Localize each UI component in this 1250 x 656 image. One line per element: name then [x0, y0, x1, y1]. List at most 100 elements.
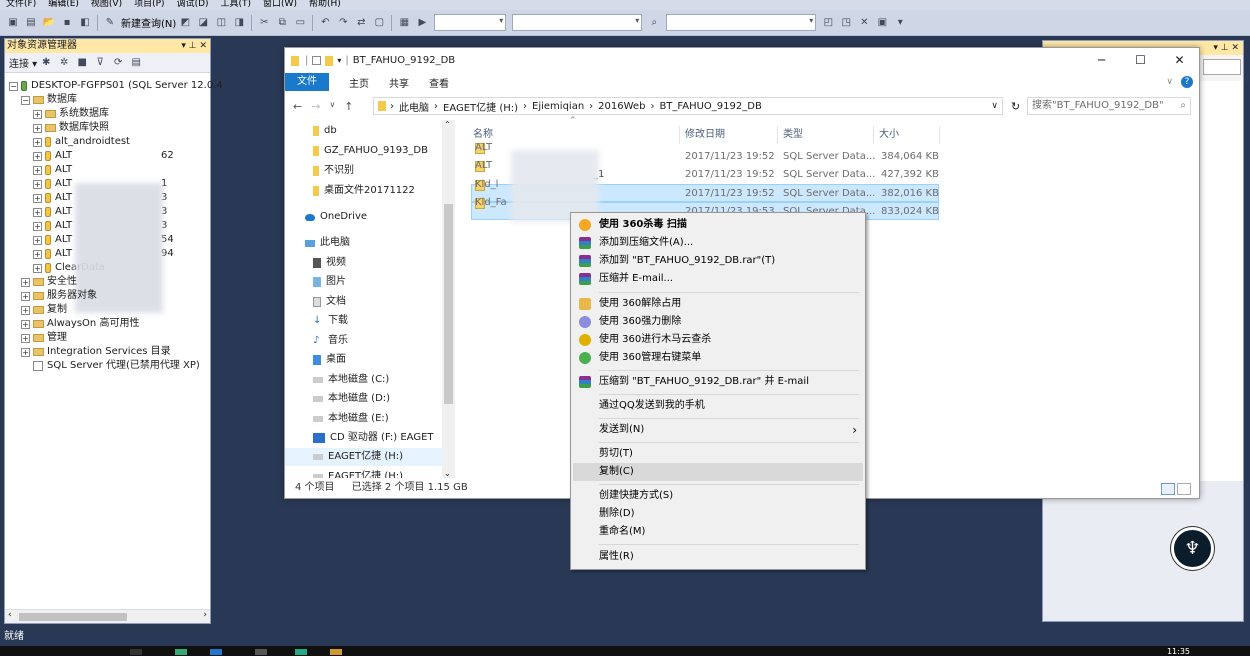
undo-icon[interactable]: ↶	[318, 16, 332, 30]
menu-item-delete[interactable]: 删除(D)	[573, 505, 863, 523]
expand-icon[interactable]: +	[21, 277, 30, 287]
nav-item[interactable]: ♪ 音乐	[313, 332, 348, 350]
nav-item[interactable]: 视频	[313, 254, 346, 272]
expand-icon[interactable]: +	[33, 179, 42, 189]
new-project-icon[interactable]: ▣	[6, 16, 20, 30]
nav-item[interactable]: GZ_FAHUO_9193_DB	[313, 142, 428, 160]
tree-snapshots-node[interactable]: + 数据库快照	[33, 121, 109, 135]
expand-icon[interactable]: +	[33, 221, 42, 231]
expand-icon[interactable]: +	[33, 263, 42, 273]
menu-item-360-unlock[interactable]: 使用 360解除占用	[573, 295, 863, 313]
nav-item[interactable]: 本地磁盘 (D:)	[313, 390, 390, 408]
column-type[interactable]: 类型	[783, 127, 803, 143]
menu-item-360-manage[interactable]: 使用 360管理右键菜单	[573, 349, 863, 367]
tree-alwayson-node[interactable]: + AlwaysOn 高可用性	[21, 317, 139, 331]
panel-controls[interactable]: ▾ ⊥ ✕	[1213, 41, 1239, 55]
menu-item-compress-rar-email[interactable]: 压缩到 "BT_FAHUO_9192_DB.rar" 并 E-mail	[573, 373, 863, 391]
menu-item-add-rar[interactable]: 添加到 "BT_FAHUO_9192_DB.rar"(T)	[573, 252, 863, 270]
expand-icon[interactable]: +	[33, 235, 42, 245]
chevron-right-icon[interactable]: ›	[390, 101, 394, 112]
find-combo[interactable]	[666, 14, 817, 31]
menu-item-rename[interactable]: 重命名(M)	[573, 523, 863, 541]
configuration-combo[interactable]	[434, 14, 507, 31]
menu-project[interactable]: 项目(P)	[134, 0, 164, 9]
tab-share[interactable]: 共享	[389, 75, 409, 90]
filter-icon[interactable]: ⊽	[93, 56, 107, 70]
column-divider[interactable]	[939, 126, 940, 144]
properties-qat-icon[interactable]	[312, 56, 322, 65]
taskbar-app-icon[interactable]	[175, 649, 187, 655]
expand-icon[interactable]: +	[21, 347, 30, 357]
tab-file[interactable]: 文件	[285, 73, 329, 91]
menu-edit[interactable]: 编辑(E)	[48, 0, 79, 9]
nav-item-this-pc[interactable]: 此电脑	[305, 234, 350, 252]
tree-server-node[interactable]: − DESKTOP-FGFPS01 (SQL Server 12.0.4	[9, 79, 223, 93]
find-icon[interactable]: ⌕	[647, 16, 661, 30]
menu-item-qq-send[interactable]: 通过QQ发送到我的手机	[573, 397, 863, 415]
connect-object-icon[interactable]: ✱	[39, 56, 53, 70]
tree-db-node[interactable]: + ALT 94	[33, 247, 174, 261]
address-dropdown-icon[interactable]: ∨	[991, 101, 998, 111]
disconnect-icon[interactable]: ✲	[57, 56, 71, 70]
tab-home[interactable]: 主页	[349, 75, 369, 90]
nav-item[interactable]: 文档	[313, 293, 346, 311]
new-query-button[interactable]: 新建查询(N)	[121, 15, 176, 30]
collapse-icon[interactable]: −	[9, 81, 18, 91]
connect-button[interactable]: 连接 ▾	[9, 55, 37, 70]
tree-databases-node[interactable]: − 数据库	[21, 93, 77, 107]
new-query-icon[interactable]: ✎	[103, 16, 117, 30]
new-folder-qat-icon[interactable]	[325, 55, 334, 66]
nav-item[interactable]: ↓ 下载	[313, 312, 348, 330]
navigate-icon[interactable]: ⇄	[354, 16, 368, 30]
tree-db-node[interactable]: + ALT 1	[33, 177, 167, 191]
properties-icon[interactable]: ◳	[839, 16, 853, 30]
menu-item-360-scan[interactable]: 使用 360杀毒 扫描	[573, 216, 863, 234]
forward-icon[interactable]: →	[311, 100, 320, 113]
object-explorer-icon[interactable]: ▣	[875, 16, 889, 30]
recent-icon[interactable]: ∨	[329, 100, 335, 113]
save-icon[interactable]: ▪	[60, 16, 74, 30]
scroll-up-icon[interactable]: ⌃	[444, 120, 451, 129]
expand-icon[interactable]: +	[33, 165, 42, 175]
properties-combo[interactable]	[1203, 59, 1241, 75]
expand-icon[interactable]: +	[21, 319, 30, 329]
expand-icon[interactable]: +	[33, 207, 42, 217]
expand-icon[interactable]: +	[33, 193, 42, 203]
nav-item[interactable]: 本地磁盘 (C:)	[313, 371, 389, 389]
qat-dropdown-icon[interactable]: ▾	[337, 56, 341, 65]
breadcrumb-item[interactable]: 此电脑	[399, 99, 429, 114]
column-divider[interactable]	[679, 126, 680, 144]
expand-icon[interactable]: +	[33, 151, 42, 161]
tree-db-node[interactable]: + ALT	[33, 163, 72, 177]
menu-item-copy[interactable]: 复制(C)	[573, 463, 863, 481]
menu-item-cut[interactable]: 剪切(T)	[573, 445, 863, 463]
breadcrumb-item[interactable]: EAGET亿捷 (H:)	[443, 99, 518, 114]
paste-icon[interactable]: ▭	[293, 16, 307, 30]
nav-item[interactable]: db	[313, 122, 337, 140]
search-input[interactable]: 搜索"BT_FAHUO_9192_DB" ⌕	[1027, 97, 1191, 115]
taskbar-app-icon[interactable]	[255, 649, 267, 655]
scroll-thumb[interactable]	[19, 613, 127, 621]
tree-system-db-node[interactable]: + 系统数据库	[33, 107, 109, 121]
floating-assistant-button[interactable]: ♆	[1171, 527, 1214, 570]
details-view-icon[interactable]	[1161, 483, 1175, 495]
taskbar-clock[interactable]: 11:35	[1167, 648, 1190, 656]
column-size[interactable]: 大小	[879, 127, 899, 143]
expand-icon[interactable]: +	[21, 305, 30, 315]
tree-management-node[interactable]: + 管理	[21, 331, 67, 345]
navigation-vscrollbar[interactable]: ⌃ ⌄	[442, 120, 455, 478]
tree-integration-node[interactable]: + Integration Services 目录	[21, 345, 171, 359]
nav-item[interactable]: EAGET亿捷 (H:)	[313, 468, 403, 478]
nav-item-onedrive[interactable]: OneDrive	[305, 208, 367, 226]
activity-monitor-icon[interactable]: ▤	[129, 56, 143, 70]
window-icon[interactable]: ▢	[372, 16, 386, 30]
expand-icon[interactable]: +	[33, 137, 42, 147]
breadcrumb-item[interactable]: Ejiemiqian	[532, 101, 584, 112]
screenshot-icon[interactable]: ▦	[397, 16, 411, 30]
expand-icon[interactable]: +	[33, 249, 42, 259]
ribbon-expand-icon[interactable]: ∨	[1166, 77, 1173, 87]
refresh-icon[interactable]: ↻	[1011, 100, 1020, 113]
nav-item[interactable]: CD 驱动器 (F:) EAGET	[313, 429, 434, 447]
refresh-icon[interactable]: ⟳	[111, 56, 125, 70]
nav-item[interactable]: 桌面文件20171122	[313, 182, 415, 200]
